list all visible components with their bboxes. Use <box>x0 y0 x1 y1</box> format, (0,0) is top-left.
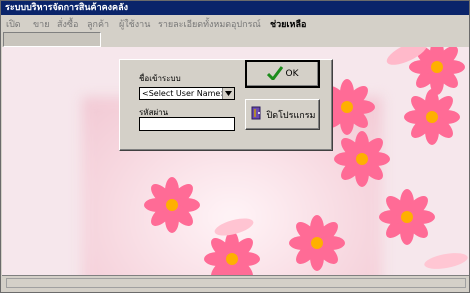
username-selected-value: <Select User Name> <box>142 89 228 98</box>
menu-users[interactable]: ผู้ใช้งาน <box>119 17 150 31</box>
flower <box>379 189 435 245</box>
ok-label: OK <box>285 69 299 79</box>
door-exit-icon <box>250 105 264 124</box>
menu-open[interactable]: เปิด <box>6 17 21 31</box>
login-dialog: ชื่อเข้าระบบ <Select User Name> รหัสผ่าน… <box>119 59 333 151</box>
menu-details[interactable]: รายละเอียดทั้งหมด <box>158 17 231 31</box>
app-window: ระบบบริหารจัดการสินค้าคงคลัง เปิด ขาย สั… <box>0 0 470 293</box>
flower <box>289 215 345 271</box>
close-program-label: ปิดโปรแกรม <box>266 110 316 121</box>
title-bar: ระบบบริหารจัดการสินค้าคงคลัง <box>1 1 469 15</box>
menu-order[interactable]: สั่งซื้อ <box>57 17 78 31</box>
menu-devices[interactable]: อุปกรณ์ <box>231 17 261 31</box>
username-select[interactable]: <Select User Name> <box>139 87 235 100</box>
flower <box>404 89 460 145</box>
chevron-down-icon[interactable] <box>222 88 234 99</box>
status-bar <box>2 275 469 291</box>
petal <box>424 253 468 269</box>
toolbar-area <box>3 32 101 47</box>
password-field[interactable] <box>139 117 235 131</box>
menu-sell[interactable]: ขาย <box>33 17 49 31</box>
flower <box>144 177 200 233</box>
menu-help[interactable]: ช่วยเหลือ <box>270 17 306 31</box>
flower <box>334 131 390 187</box>
status-panel <box>6 278 466 288</box>
username-label: ชื่อเข้าระบบ <box>139 74 181 83</box>
close-program-button[interactable]: ปิดโปรแกรม <box>245 99 320 130</box>
check-icon <box>266 65 283 83</box>
ok-button[interactable]: OK <box>245 60 320 88</box>
window-title: ระบบบริหารจัดการสินค้าคงคลัง <box>5 3 128 13</box>
menu-customer[interactable]: ลูกค้า <box>87 17 109 31</box>
flower <box>204 231 260 277</box>
menu-bar: เปิด ขาย สั่งซื้อ ลูกค้า ผู้ใช้งาน รายละ… <box>1 15 469 32</box>
